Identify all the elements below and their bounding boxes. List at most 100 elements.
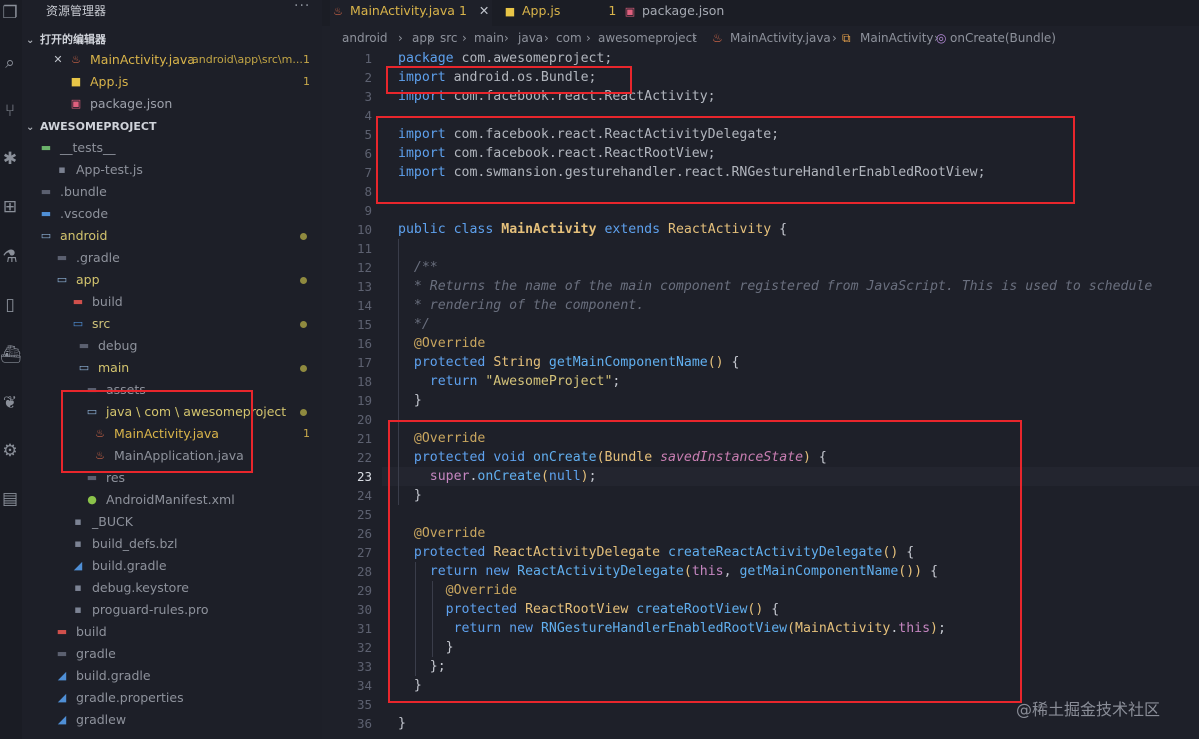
modified-dot <box>300 409 307 416</box>
tree-item[interactable]: ▪ build_defs.bzl <box>22 533 322 555</box>
problem-count-badge: 1 <box>303 427 310 440</box>
line-number: 33 <box>356 659 372 674</box>
code-line[interactable]: return "AwesomeProject"; <box>398 372 621 391</box>
terminal-icon[interactable]: ▤ <box>0 488 20 510</box>
tree-item[interactable]: ▬ .gradle <box>22 247 322 269</box>
tree-item[interactable]: ◢ gradlew <box>22 709 322 731</box>
close-icon[interactable]: ✕ <box>479 3 489 18</box>
breadcrumb-item[interactable]: android <box>342 31 388 45</box>
watermark: @稀土掘金技术社区 <box>1016 700 1161 719</box>
tree-item[interactable]: ◢ gradle.properties <box>22 687 322 709</box>
tree-item[interactable]: ◢ build.gradle <box>22 555 322 577</box>
tree-item-label: build_defs.bzl <box>92 536 178 551</box>
close-icon[interactable]: ✕ <box>50 49 66 71</box>
more-actions-icon[interactable]: ··· <box>294 0 310 14</box>
leaf-icon[interactable]: ❦ <box>0 392 20 414</box>
line-number: 22 <box>356 450 372 465</box>
open-editor-item[interactable]: ■ App.js 1 <box>22 71 322 93</box>
code-token: MainActivity <box>501 222 597 237</box>
json-icon: ▣ <box>624 5 636 18</box>
line-number: 15 <box>356 317 372 332</box>
open-editor-path: android\app\src\m... <box>192 53 303 66</box>
folder-open-icon: ▭ <box>78 361 90 374</box>
extensions-icon[interactable]: ⊞ <box>0 196 20 218</box>
code-line[interactable]: @Override <box>398 334 485 353</box>
code-token: } <box>398 393 422 408</box>
line-number: 1 <box>364 51 372 66</box>
tree-item[interactable]: ▬ .bundle <box>22 181 322 203</box>
open-editors-header[interactable]: ⌄ 打开的编辑器 <box>26 31 106 47</box>
line-number: 4 <box>364 108 372 123</box>
tree-item[interactable]: ▬ __tests__ <box>22 137 322 159</box>
tree-item[interactable]: ▭ app <box>22 269 322 291</box>
json-icon: ▣ <box>70 97 82 110</box>
tree-item[interactable]: ● AndroidManifest.xml <box>22 489 322 511</box>
breadcrumb-item[interactable]: MainActivity.java <box>730 31 831 45</box>
code-token: { <box>723 355 740 370</box>
code-line[interactable]: protected String getMainComponentName() … <box>398 353 740 372</box>
open-editor-name: MainActivity.java <box>90 52 195 67</box>
tab-packagejson[interactable]: ▣ package.json <box>622 0 752 26</box>
breadcrumb-item[interactable]: src <box>440 31 458 45</box>
docker-icon[interactable]: ⛴ <box>0 344 22 366</box>
breadcrumb-item[interactable]: main <box>474 31 504 45</box>
chevron-right-icon: › <box>398 31 403 45</box>
breadcrumb-item[interactable]: java <box>518 31 543 45</box>
open-editor-item[interactable]: ✕ ♨ MainActivity.java android\app\src\m... 1 <box>22 49 322 71</box>
build-folder-icon: ▬ <box>56 625 68 638</box>
explorer-icon[interactable]: ❐ <box>0 2 20 24</box>
remote-icon[interactable]: ⚙ <box>0 440 20 462</box>
breadcrumb-item[interactable]: awesomeproject <box>598 31 697 45</box>
tree-item[interactable]: ▪ _BUCK <box>22 511 322 533</box>
bookmark-icon[interactable]: ▯ <box>0 294 20 316</box>
code-line[interactable]: * Returns the name of the main component… <box>398 277 1152 296</box>
line-number: 34 <box>356 678 372 693</box>
tree-item[interactable]: ▪ proguard-rules.pro <box>22 599 322 621</box>
tree-item[interactable]: ▭ src <box>22 313 322 335</box>
open-editor-item[interactable]: ▣ package.json <box>22 93 322 115</box>
tree-item-label: debug.keystore <box>92 580 189 595</box>
tree-item[interactable]: ▪ debug.keystore <box>22 577 322 599</box>
search-icon[interactable]: ⌕ <box>0 52 20 74</box>
file-icon: ▪ <box>74 515 82 528</box>
tree-item[interactable]: ▪ App-test.js <box>22 159 322 181</box>
tab-mainactivity[interactable]: ♨ MainActivity.java 1 ✕ <box>330 0 492 26</box>
activity-bar: ❐ ⌕ ⑂ ✱ ⊞ ⚗ ▯ ⛴ ❦ ⚙ ▤ <box>0 0 22 739</box>
code-token: return <box>429 374 478 389</box>
testing-icon[interactable]: ⚗ <box>0 246 20 268</box>
code-token: com.awesomeproject; <box>453 51 613 66</box>
line-number: 25 <box>356 507 372 522</box>
code-line[interactable]: } <box>398 391 422 410</box>
code-line[interactable]: } <box>398 714 406 733</box>
tree-item-label: gradle.properties <box>76 690 184 705</box>
highlight-box-imports <box>376 116 1075 204</box>
tree-item[interactable]: ▭ android <box>22 225 322 247</box>
line-number: 16 <box>356 336 372 351</box>
project-header[interactable]: ⌄ AWESOMEPROJECT <box>26 120 156 133</box>
tab-appjs[interactable]: ■ App.js 1 <box>502 0 617 26</box>
tree-item[interactable]: ▬ gradle <box>22 643 322 665</box>
folder-open-icon: ▭ <box>40 229 52 242</box>
breadcrumb-item[interactable]: onCreate(Bundle) <box>950 31 1056 45</box>
code-line[interactable]: /** <box>398 258 438 277</box>
line-number: 23 <box>356 469 372 484</box>
line-number: 30 <box>356 602 372 617</box>
tree-item[interactable]: ▬ debug <box>22 335 322 357</box>
debug-icon[interactable]: ✱ <box>0 148 20 170</box>
tree-item[interactable]: ▬ build <box>22 621 322 643</box>
code-token: class <box>453 222 494 237</box>
code-line[interactable]: * rendering of the component. <box>398 296 644 315</box>
breadcrumb-item[interactable]: MainActivity <box>860 31 934 45</box>
tree-item[interactable]: ◢ build.gradle <box>22 665 322 687</box>
tree-item[interactable]: ▬ build <box>22 291 322 313</box>
tree-item[interactable]: ▭ main <box>22 357 322 379</box>
line-number: 5 <box>364 127 372 142</box>
tree-item[interactable]: ▬ .vscode <box>22 203 322 225</box>
source-control-icon[interactable]: ⑂ <box>0 100 20 122</box>
build-folder-icon: ▬ <box>72 295 84 308</box>
code-line[interactable]: public class MainActivity extends ReactA… <box>398 220 787 239</box>
breadcrumb-item[interactable]: com <box>556 31 582 45</box>
chevron-right-icon: › <box>586 31 591 45</box>
code-line[interactable]: */ <box>398 315 430 334</box>
